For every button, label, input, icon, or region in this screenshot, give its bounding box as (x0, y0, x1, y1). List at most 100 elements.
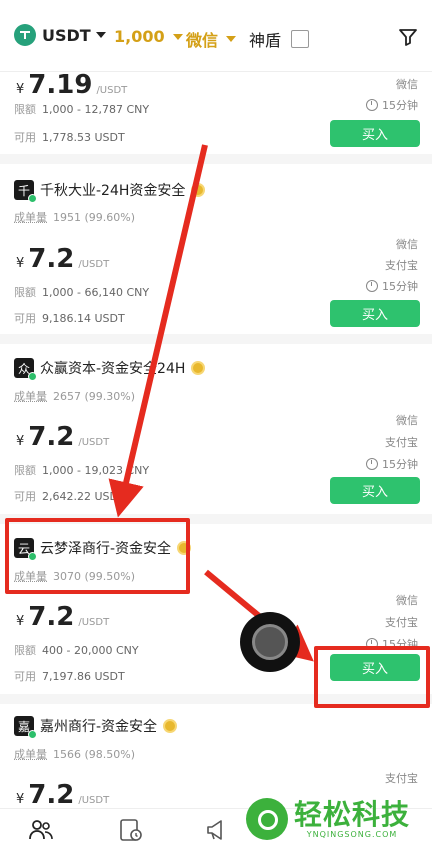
clock-icon (366, 99, 378, 111)
currency-symbol: ¥ (16, 792, 25, 807)
available-label: 可用 (14, 312, 36, 325)
available-label: 可用 (14, 131, 36, 144)
pay-time: 15分钟 (366, 278, 418, 294)
chevron-down-icon (226, 36, 237, 42)
offer-card: 嘉 嘉州商行-资金安全 成单量 1566 (98.50%) 支付宝 ¥ 7.2 /… (0, 704, 432, 810)
shield-checkbox[interactable] (291, 30, 310, 48)
chevron-down-icon (95, 32, 106, 38)
orders-value: 2657 (99.30%) (53, 390, 136, 403)
clock-icon (366, 280, 378, 292)
highlight-merchant-box (5, 518, 190, 594)
price-value: 7.19 (28, 72, 93, 100)
price-unit: /USDT (78, 437, 110, 448)
payment-method: 支付宝 (385, 259, 418, 272)
limit-value: 400 - 20,000 CNY (42, 644, 139, 657)
tether-logo (14, 24, 36, 46)
orders-clock-icon[interactable] (118, 817, 144, 843)
price-value: 7.2 (28, 780, 75, 810)
top-filter-bar: USDT 1,000 微信 神盾 (0, 0, 432, 72)
pay-time-value: 15分钟 (382, 99, 418, 112)
watermark-logo-icon (246, 798, 288, 840)
buy-button[interactable]: 买入 (330, 477, 420, 504)
megaphone-icon[interactable] (204, 817, 230, 843)
watermark: 轻松科技 YNQINGSONG.COM (246, 798, 410, 840)
buy-button[interactable]: 买入 (330, 300, 420, 327)
price: ¥ 7.19 /USDT (16, 72, 127, 100)
limit-label: 限额 (14, 286, 36, 299)
order-stats: 成单量 1951 (99.60%) (14, 209, 135, 225)
avatar: 嘉 (14, 716, 37, 739)
order-stats: 成单量 2657 (99.30%) (14, 388, 135, 404)
offer-card: 千 千秋大业-24H资金安全 成单量 1951 (99.60%) 微信 支付宝 1… (0, 164, 432, 334)
pay-time-value: 15分钟 (382, 458, 418, 471)
price: ¥ 7.2 /USDT (16, 780, 109, 810)
currency-symbol: ¥ (16, 256, 25, 271)
payment-filter[interactable]: 微信 (186, 27, 237, 51)
watermark-text: 轻松科技 YNQINGSONG.COM (294, 797, 411, 839)
orders-label: 成单量 (14, 748, 47, 761)
price: ¥ 7.2 /USDT (16, 602, 109, 632)
price-unit: /USDT (78, 795, 110, 806)
price-unit: /USDT (78, 259, 110, 270)
verified-badge-icon (191, 361, 206, 375)
limit: 限额 1,000 - 66,140 CNY (14, 284, 149, 300)
people-icon[interactable] (28, 817, 54, 843)
offer-card: 众 众赢资本-资金安全24H 成单量 2657 (99.30%) 微信 支付宝 1… (0, 344, 432, 514)
watermark-en: YNQINGSONG.COM (306, 829, 398, 839)
price: ¥ 7.2 /USDT (16, 244, 109, 274)
amount-filter[interactable]: 1,000 (114, 27, 183, 46)
currency-symbol: ¥ (16, 614, 25, 629)
pay-time: 15分钟 (366, 97, 418, 113)
pay-time-value: 15分钟 (382, 280, 418, 293)
price: ¥ 7.2 /USDT (16, 422, 109, 452)
payment-filter-label: 微信 (186, 31, 219, 50)
payment-method: 微信 (396, 414, 418, 427)
limit-label: 限额 (14, 464, 36, 477)
limit-value: 1,000 - 66,140 CNY (42, 286, 150, 299)
payment-method: 支付宝 (385, 772, 418, 785)
price-value: 7.2 (28, 422, 75, 452)
online-dot (28, 194, 37, 203)
limit: 限额 1,000 - 19,023 CNY (14, 462, 149, 478)
merchant-name: 嘉州商行-资金安全 (40, 719, 158, 735)
limit: 限额 1,000 - 12,787 CNY (14, 101, 149, 117)
online-dot (28, 372, 37, 381)
currency-symbol: ¥ (16, 82, 25, 97)
funnel-icon[interactable] (398, 27, 418, 47)
payment-method: 支付宝 (385, 436, 418, 449)
clock-icon (366, 458, 378, 470)
floating-touch-handle[interactable] (240, 612, 300, 672)
divider (0, 334, 432, 344)
price-unit: /USDT (78, 617, 110, 628)
merchant[interactable]: 众 众赢资本-资金安全24H (14, 358, 206, 381)
offer-card: ¥ 7.19 /USDT 微信 15分钟 限额 1,000 - 12,787 CN… (0, 72, 432, 154)
price-value: 7.2 (28, 602, 75, 632)
orders-label: 成单量 (14, 390, 47, 403)
payment-method: 支付宝 (385, 616, 418, 629)
touch-handle-inner (252, 624, 288, 660)
merchant[interactable]: 嘉 嘉州商行-资金安全 (14, 716, 178, 739)
available-label: 可用 (14, 490, 36, 503)
watermark-cn: 轻松科技 (294, 797, 411, 831)
highlight-buy-box (314, 646, 430, 708)
shield-filter[interactable]: 神盾 (249, 27, 310, 51)
pay-time: 15分钟 (366, 456, 418, 472)
available: 可用 1,778.53 USDT (14, 129, 125, 145)
chevron-down-icon (172, 33, 183, 40)
currency-symbol: ¥ (16, 434, 25, 449)
orders-value: 1566 (98.50%) (53, 748, 136, 761)
payment-method: 微信 (396, 594, 418, 607)
orders-label: 成单量 (14, 211, 47, 224)
avatar: 众 (14, 358, 37, 381)
buy-button[interactable]: 买入 (330, 120, 420, 147)
coin-selector[interactable]: USDT (14, 24, 106, 46)
merchant[interactable]: 千 千秋大业-24H资金安全 (14, 180, 206, 203)
available: 可用 9,186.14 USDT (14, 310, 125, 326)
avatar: 千 (14, 180, 37, 203)
limit-value: 1,000 - 12,787 CNY (42, 103, 150, 116)
available: 可用 2,642.22 USDT (14, 488, 125, 504)
price-unit: /USDT (96, 85, 128, 96)
shield-label: 神盾 (249, 31, 282, 50)
order-stats: 成单量 1566 (98.50%) (14, 746, 135, 762)
limit-label: 限额 (14, 103, 36, 116)
